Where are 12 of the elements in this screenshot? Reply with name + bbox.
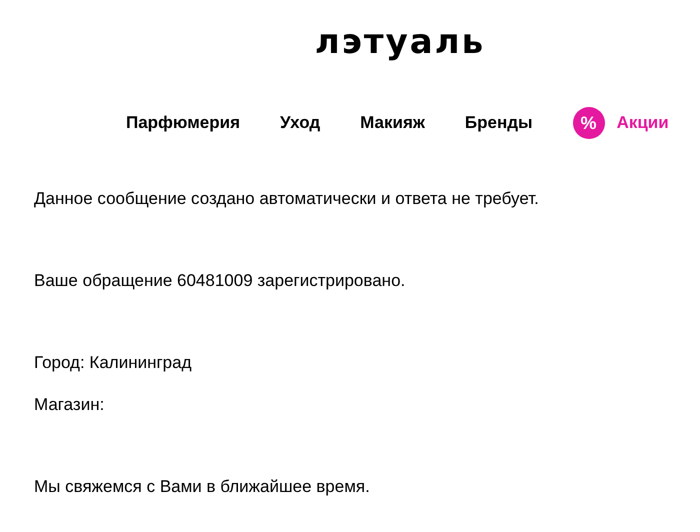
nav-link[interactable]: Макияж	[360, 113, 425, 133]
discount-badge[interactable]: %	[572, 107, 605, 139]
nav-link[interactable]: Уход	[280, 113, 320, 133]
nav-link[interactable]: Бренды	[464, 113, 533, 133]
message-text: Ваше обращение 60481009 зарегистрировано.	[34, 270, 406, 292]
logo: лэтуаль	[314, 21, 486, 64]
message-text: Магазин:	[34, 394, 106, 416]
message-text: Мы свяжемся с Вами в ближайшее время.	[34, 476, 371, 498]
message-text: Город: Калининград	[34, 352, 192, 374]
nav-link[interactable]: Парфюмерия	[126, 113, 240, 133]
message-text: Данное сообщение создано автоматически и ответа не требует.	[34, 188, 540, 210]
nav-link[interactable]: Акции	[616, 113, 669, 133]
